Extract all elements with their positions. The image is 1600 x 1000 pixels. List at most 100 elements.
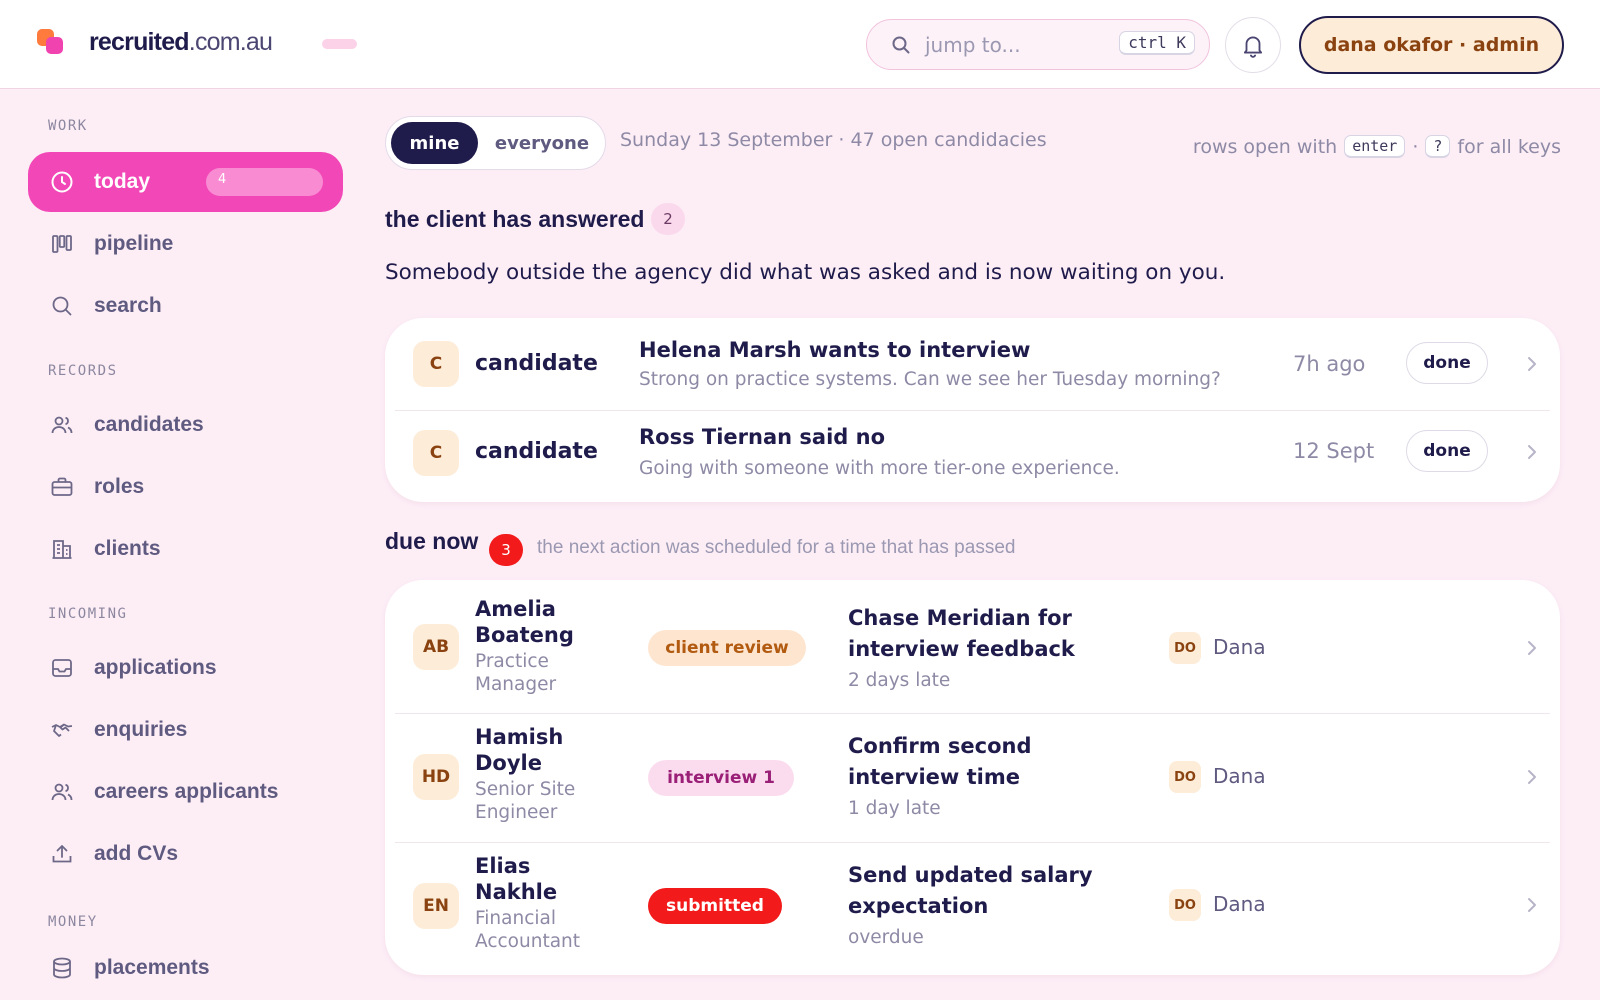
environment-pill xyxy=(322,39,357,49)
keyboard-hint-sep: · xyxy=(1412,135,1419,158)
candidate-role-line2: Engineer xyxy=(475,802,558,823)
candidate-name: Amelia Boateng xyxy=(475,596,635,648)
row-title: Ross Tiernan said no xyxy=(639,425,886,449)
answered-row[interactable]: C candidate Helena Marsh wants to interv… xyxy=(395,318,1550,410)
sidebar-item-roles[interactable]: roles xyxy=(28,457,343,517)
candidate-name-line1: Hamish xyxy=(475,725,564,749)
brand-name: recruited xyxy=(89,28,190,56)
user-menu-button[interactable]: dana okafor · admin xyxy=(1299,16,1564,74)
sidebar-item-label: applications xyxy=(94,656,217,679)
candidate-name-line1: Elias xyxy=(475,854,531,878)
owner-avatar: DO xyxy=(1169,889,1201,921)
search-shortcut-hint: ctrl K xyxy=(1119,31,1195,55)
sidebar-item-applications[interactable]: applications xyxy=(28,638,343,698)
scope-mine-button[interactable]: mine xyxy=(391,122,478,164)
sidebar-item-label: add CVs xyxy=(94,842,179,865)
sidebar-item-label: clients xyxy=(94,537,161,560)
next-action: Chase Meridian for interview feedback xyxy=(848,603,1118,665)
sidebar-item-today[interactable]: today 4 xyxy=(28,152,343,212)
sidebar-item-candidates[interactable]: candidates xyxy=(28,395,343,455)
candidate-name-line2: Doyle xyxy=(475,751,542,775)
answered-count-badge: 2 xyxy=(651,203,685,235)
row-subtitle: Strong on practice systems. Can we see h… xyxy=(639,369,1221,390)
top-bar: recruited.com.au jump to... ctrl K dana … xyxy=(0,0,1600,89)
owner-name: Dana xyxy=(1213,635,1266,659)
sidebar-item-label: enquiries xyxy=(94,718,188,741)
answered-card: C candidate Helena Marsh wants to interv… xyxy=(385,318,1560,502)
owner-avatar: DO xyxy=(1169,632,1201,664)
stage-badge: client review xyxy=(648,630,806,666)
next-action: Send updated salary expectation xyxy=(848,860,1118,922)
chevron-right-icon xyxy=(1528,770,1536,784)
sidebar-item-label: pipeline xyxy=(94,232,174,255)
candidate-role: Practice Manager xyxy=(475,650,635,696)
candidate-name-line1: Amelia xyxy=(475,597,556,621)
candidate-avatar: C xyxy=(413,430,459,476)
candidate-name-line2: Nakhle xyxy=(475,880,558,904)
upload-icon xyxy=(52,845,72,863)
sidebar-item-label: today xyxy=(94,170,151,193)
due-row[interactable]: EN Elias Nakhle Financial Accountant sub… xyxy=(395,843,1550,975)
owner-name: Dana xyxy=(1213,764,1266,788)
keyboard-hint: rows open with enter · ? for all keys xyxy=(1193,135,1561,158)
row-subtitle: Going with someone with more tier-one ex… xyxy=(639,458,1120,479)
search-icon xyxy=(892,36,910,54)
lateness-label: overdue xyxy=(848,927,924,948)
lateness-label: 2 days late xyxy=(848,670,951,691)
sidebar-item-pipeline[interactable]: pipeline xyxy=(28,214,343,274)
due-row[interactable]: AB Amelia Boateng Practice Manager clien… xyxy=(395,580,1550,713)
owner-name: Dana xyxy=(1213,892,1266,916)
users-icon xyxy=(51,416,73,434)
sidebar-item-label: placements xyxy=(94,956,210,979)
sidebar-item-clients[interactable]: clients xyxy=(28,519,343,579)
brand-domain: .com.au xyxy=(188,28,273,56)
sidebar-item-label: careers applicants xyxy=(94,780,279,803)
next-action-line2: interview time xyxy=(848,765,1020,789)
sidebar-item-careers-applicants[interactable]: careers applicants xyxy=(28,762,343,822)
candidate-role-line1: Practice xyxy=(475,651,549,672)
inbox-icon xyxy=(52,659,72,677)
sidebar-section-incoming: INCOMING xyxy=(48,606,128,622)
sidebar-item-label: roles xyxy=(94,475,145,498)
candidate-role-line2: Accountant xyxy=(475,931,581,952)
sidebar-item-enquiries[interactable]: enquiries xyxy=(28,700,343,760)
database-icon xyxy=(53,957,71,979)
keyboard-hint-pre: rows open with xyxy=(1192,135,1338,158)
due-row[interactable]: HD Hamish Doyle Senior Site Engineer int… xyxy=(395,714,1550,842)
done-button[interactable]: done xyxy=(1406,342,1488,384)
candidate-role-line2: Manager xyxy=(475,674,557,695)
sidebar-item-search[interactable]: search xyxy=(28,276,343,336)
due-section-subtitle: the next action was scheduled for a time… xyxy=(537,537,1016,558)
logo-icon[interactable] xyxy=(37,29,67,57)
done-button[interactable]: done xyxy=(1406,430,1488,472)
candidate-avatar: EN xyxy=(413,883,459,929)
scope-everyone-button[interactable]: everyone xyxy=(482,122,602,164)
next-action-line1: Send updated salary xyxy=(848,863,1093,887)
clock-icon xyxy=(51,171,73,193)
chevron-right-icon xyxy=(1528,898,1536,912)
help-key-hint: ? xyxy=(1425,135,1451,158)
users-icon xyxy=(51,783,73,801)
chevron-right-icon xyxy=(1528,445,1536,459)
candidate-role: Senior Site Engineer xyxy=(475,778,635,824)
sidebar-item-placements[interactable]: placements xyxy=(28,938,343,998)
candidate-name: Elias Nakhle xyxy=(475,853,635,905)
due-section-title: due now xyxy=(385,528,479,554)
next-action: Confirm second interview time xyxy=(848,731,1118,793)
sidebar-item-add-cvs[interactable]: add CVs xyxy=(28,824,343,884)
notifications-button[interactable] xyxy=(1225,17,1281,73)
row-kind: candidate xyxy=(475,351,598,376)
sidebar-section-records: RECORDS xyxy=(48,363,118,379)
jump-to-search[interactable]: jump to... ctrl K xyxy=(866,19,1210,70)
candidate-role-line1: Senior Site xyxy=(475,779,576,800)
bell-icon xyxy=(1243,36,1263,58)
today-count-badge: 4 xyxy=(206,168,323,196)
chevron-right-icon xyxy=(1528,641,1536,655)
due-card: AB Amelia Boateng Practice Manager clien… xyxy=(385,580,1560,975)
stage-badge: submitted xyxy=(648,888,782,924)
briefcase-icon xyxy=(51,477,73,496)
brand-logo-text[interactable]: recruited.com.au xyxy=(89,28,273,57)
building-icon xyxy=(52,540,72,559)
answered-row[interactable]: C candidate Ross Tiernan said no Going w… xyxy=(395,411,1550,502)
next-action-line1: Chase Meridian for xyxy=(848,606,1072,630)
